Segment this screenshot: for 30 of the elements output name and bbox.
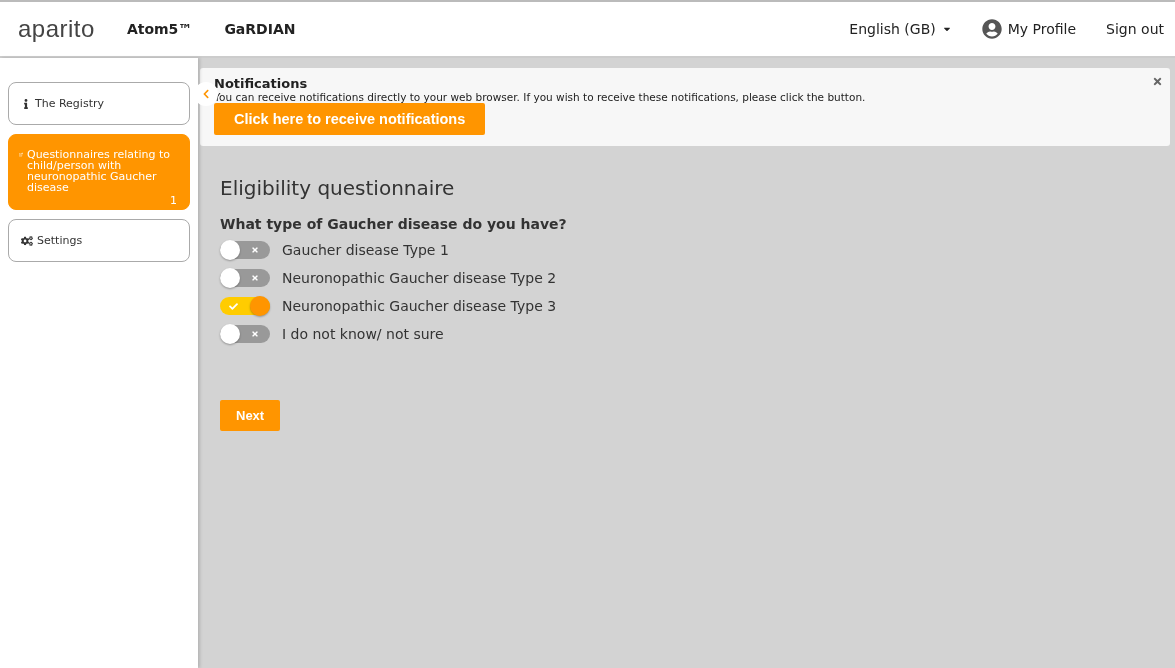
- info-icon: [21, 98, 31, 109]
- option-label: Gaucher disease Type 1: [282, 242, 449, 258]
- check-icon: [229, 301, 238, 311]
- question-text: What type of Gaucher disease do you have?: [220, 216, 567, 232]
- cross-icon: [251, 330, 259, 338]
- sign-out-link[interactable]: Sign out: [1106, 21, 1164, 37]
- option-label: Neuronopathic Gaucher disease Type 2: [282, 270, 557, 286]
- close-icon: [1152, 76, 1163, 87]
- cross-icon: [251, 246, 259, 254]
- count-label: 1: [170, 195, 177, 206]
- nav-link[interactable]: GaRDIAN: [224, 21, 296, 37]
- sidebar-item[interactable]: Settings: [8, 219, 190, 262]
- option-label: Neuronopathic Gaucher disease Type 3: [282, 298, 557, 314]
- option-label: I do not know/ not sure: [282, 326, 444, 342]
- language-dropdown[interactable]: English (GB): [849, 21, 952, 37]
- close-button[interactable]: [1152, 76, 1163, 87]
- toggle-switch[interactable]: [220, 269, 270, 287]
- questionnaire-title: Eligibility questionnaire: [220, 176, 455, 200]
- settings-icon: [21, 234, 33, 247]
- notification-title: Notifications: [214, 76, 308, 91]
- profile-link[interactable]: My Profile: [981, 19, 1077, 39]
- logo: aparito: [18, 15, 95, 43]
- nav-link[interactable]: Atom5™: [126, 21, 193, 37]
- cross-icon: [251, 274, 259, 282]
- sidebar-item[interactable]: The Registry: [8, 82, 190, 125]
- user-icon: [981, 19, 1002, 39]
- chevron-icon: [201, 89, 211, 99]
- toggle-switch[interactable]: [220, 241, 270, 259]
- toggle-switch[interactable]: [220, 325, 270, 343]
- toggle-switch[interactable]: [220, 297, 270, 315]
